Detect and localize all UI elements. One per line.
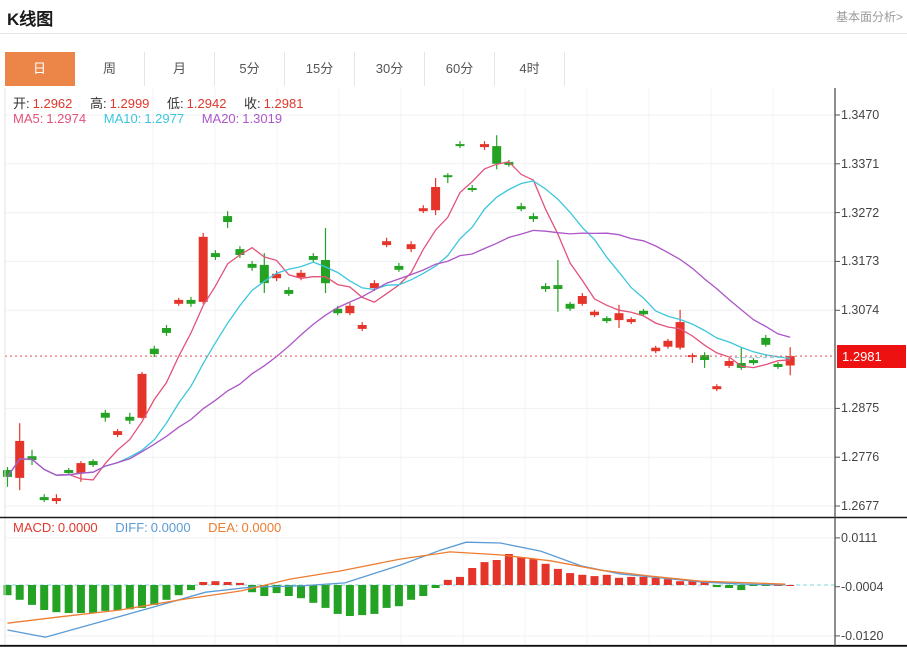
diff-label: DIFF:: [115, 520, 148, 535]
low-value: 1.2942: [187, 96, 227, 111]
ma10-label: MA10:: [104, 111, 142, 126]
close-value: 1.2981: [264, 96, 304, 111]
ma5-value: 1.2974: [46, 111, 86, 126]
open-value: 1.2962: [33, 96, 73, 111]
candles-layer: [3, 135, 795, 504]
ma20-label: MA20:: [202, 111, 240, 126]
ma-legend: MA5:1.2974 MA10:1.2977 MA20:1.3019: [13, 111, 296, 126]
dea-label: DEA:: [208, 520, 238, 535]
price-tick-label: 1.3074: [841, 303, 879, 317]
macd-histogram: [4, 554, 795, 616]
macd-tick-label: -0.0004: [841, 580, 883, 594]
kline-page: K线图 基本面分析> 日周月5分15分30分60分4时 开:1.2962 高:1…: [0, 0, 907, 649]
price-tick-label: 1.3272: [841, 206, 879, 220]
high-label: 高:: [90, 96, 107, 111]
macd-tick-label: -0.0120: [841, 629, 883, 643]
dea-value: 0.0000: [242, 520, 282, 535]
low-label: 低:: [167, 96, 184, 111]
price-tick-label: 1.2677: [841, 499, 879, 513]
diff-value: 0.0000: [151, 520, 191, 535]
high-value: 1.2999: [110, 96, 150, 111]
ohlc-legend: 开:1.2962 高:1.2999 低:1.2942 收:1.2981: [13, 93, 317, 112]
price-tick-label: 1.3173: [841, 254, 879, 268]
ma20-value: 1.3019: [242, 111, 282, 126]
macd-legend: MACD:0.0000 DIFF:0.0000 DEA:0.0000: [13, 520, 295, 535]
current-price-label: 1.2981: [837, 345, 906, 368]
macd-label: MACD:: [13, 520, 55, 535]
price-tick-label: 1.3371: [841, 157, 879, 171]
open-label: 开:: [13, 96, 30, 111]
ma10-line: [8, 181, 791, 477]
price-tick-label: 1.2875: [841, 401, 879, 415]
macd-value: 0.0000: [58, 520, 98, 535]
close-label: 收:: [244, 96, 261, 111]
ma10-value: 1.2977: [144, 111, 184, 126]
price-tick-label: 1.3470: [841, 108, 879, 122]
price-tick-label: 1.2776: [841, 450, 879, 464]
ma5-line: [8, 162, 791, 480]
macd-tick-label: 0.0111: [841, 531, 877, 545]
ma5-label: MA5:: [13, 111, 43, 126]
kline-chart[interactable]: 开:1.2962 高:1.2999 低:1.2942 收:1.2981 MA5:…: [0, 0, 907, 649]
